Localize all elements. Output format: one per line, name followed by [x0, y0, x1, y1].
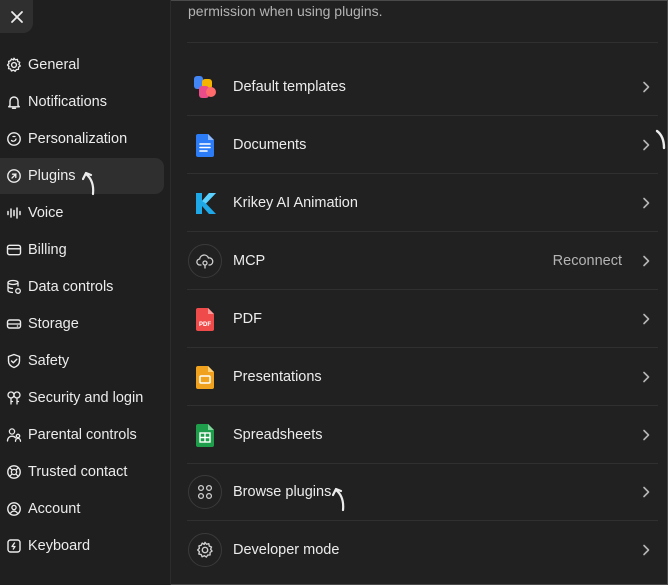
- document-icon: [188, 128, 222, 162]
- spreadsheet-icon: [188, 418, 222, 452]
- sidebar-item-label: Safety: [28, 353, 70, 369]
- intro-text: permission when using plugins.: [188, 3, 383, 19]
- krikey-icon: [188, 186, 222, 220]
- sidebar-item-safety[interactable]: Safety: [0, 343, 164, 379]
- settings-sidebar: General Notifications Personalization Pl…: [0, 0, 171, 585]
- sidebar-item-label: Notifications: [28, 94, 107, 110]
- sidebar-item-data-controls[interactable]: Data controls: [0, 269, 164, 305]
- plugin-label: Spreadsheets: [233, 427, 323, 443]
- templates-icon: [188, 70, 222, 104]
- shield-icon: [0, 343, 28, 379]
- sidebar-item-label: Storage: [28, 316, 79, 332]
- chevron-right-icon: [640, 370, 652, 384]
- keyboard-icon: [0, 528, 28, 564]
- plugin-row-spreadsheets[interactable]: Spreadsheets: [187, 407, 658, 464]
- gear-icon: [188, 532, 222, 567]
- sidebar-item-label: Personalization: [28, 131, 128, 147]
- cloud-plug-icon: [188, 244, 222, 278]
- chevron-right-icon: [640, 543, 652, 557]
- sidebar-item-label: Keyboard: [28, 538, 91, 554]
- plugin-icon: [0, 158, 28, 194]
- bell-icon: [0, 84, 28, 120]
- sidebar-item-label: Billing: [28, 242, 67, 258]
- chevron-right-icon: [640, 254, 652, 268]
- chevron-right-icon: [640, 428, 652, 442]
- plugin-label: Krikey AI Animation: [233, 195, 358, 211]
- sidebar-item-label: Account: [28, 501, 81, 517]
- card-icon: [0, 232, 28, 268]
- plugin-row-krikey-ai-animation[interactable]: Krikey AI Animation: [187, 175, 658, 232]
- plugin-row-default-templates[interactable]: Default templates: [187, 59, 658, 116]
- presentation-icon: [188, 360, 222, 394]
- chevron-right-icon: [640, 80, 652, 94]
- plugin-label: Developer mode: [233, 541, 340, 558]
- sidebar-item-storage[interactable]: Storage: [0, 306, 164, 342]
- plugin-label: Documents: [233, 137, 307, 153]
- pointer-annotation-icon: [332, 487, 345, 512]
- sidebar-item-label: Voice: [28, 205, 64, 221]
- sidebar-item-personalization[interactable]: Personalization: [0, 121, 164, 157]
- lifebuoy-icon: [0, 454, 28, 490]
- sidebar-item-general[interactable]: General: [0, 47, 164, 83]
- sidebar-item-label: Trusted contact: [28, 464, 128, 480]
- waveform-icon: [0, 195, 28, 231]
- divider: [187, 42, 658, 43]
- close-button[interactable]: [0, 0, 33, 33]
- plugin-row-pdf[interactable]: PDF PDF: [187, 291, 658, 348]
- reconnect-link[interactable]: Reconnect: [553, 253, 622, 269]
- pointer-annotation-icon: [655, 129, 666, 150]
- storage-icon: [0, 306, 28, 342]
- plugin-label: Presentations: [233, 369, 322, 385]
- sidebar-item-label: Plugins: [28, 168, 76, 184]
- plugin-row-browse-plugins[interactable]: Browse plugins: [187, 464, 658, 521]
- pdf-icon: PDF: [188, 302, 222, 336]
- sidebar-item-label: General: [28, 57, 80, 73]
- gear-icon: [0, 47, 28, 83]
- plugin-label: PDF: [233, 311, 262, 327]
- sidebar-item-security-and-login[interactable]: Security and login: [0, 380, 164, 416]
- database-icon: [0, 269, 28, 305]
- sidebar-item-keyboard[interactable]: Keyboard: [0, 528, 164, 564]
- plugin-row-presentations[interactable]: Presentations: [187, 349, 658, 406]
- sidebar-item-label: Parental controls: [28, 427, 137, 443]
- plugin-row-documents[interactable]: Documents: [187, 117, 658, 174]
- plugins-panel: permission when using plugins. Default t…: [171, 0, 668, 585]
- sidebar-item-billing[interactable]: Billing: [0, 232, 164, 268]
- sidebar-item-trusted-contact[interactable]: Trusted contact: [0, 454, 164, 490]
- plugin-row-mcp[interactable]: MCP Reconnect: [187, 233, 658, 290]
- pointer-annotation-icon: [82, 171, 95, 196]
- sidebar-item-parental-controls[interactable]: Parental controls: [0, 417, 164, 453]
- plugin-row-developer-mode[interactable]: Developer mode: [187, 521, 658, 578]
- sidebar-item-label: Data controls: [28, 279, 114, 295]
- account-icon: [0, 491, 28, 527]
- sidebar-item-label: Security and login: [28, 390, 144, 406]
- chevron-right-icon: [640, 485, 652, 499]
- chevron-right-icon: [640, 138, 652, 152]
- plugin-label: Browse plugins: [233, 484, 332, 500]
- grid-icon: [188, 475, 222, 509]
- clock-icon: [0, 121, 28, 157]
- chevron-right-icon: [640, 312, 652, 326]
- sidebar-item-account[interactable]: Account: [0, 491, 164, 527]
- lock-icon: [0, 380, 28, 416]
- sidebar-item-notifications[interactable]: Notifications: [0, 84, 164, 120]
- people-icon: [0, 417, 28, 453]
- chevron-right-icon: [640, 196, 652, 210]
- plugin-label: Default templates: [233, 79, 346, 95]
- close-icon: [10, 10, 23, 23]
- sidebar-item-voice[interactable]: Voice: [0, 195, 164, 231]
- plugin-label: MCP: [233, 253, 266, 269]
- pdf-icon-text: PDF: [199, 322, 211, 328]
